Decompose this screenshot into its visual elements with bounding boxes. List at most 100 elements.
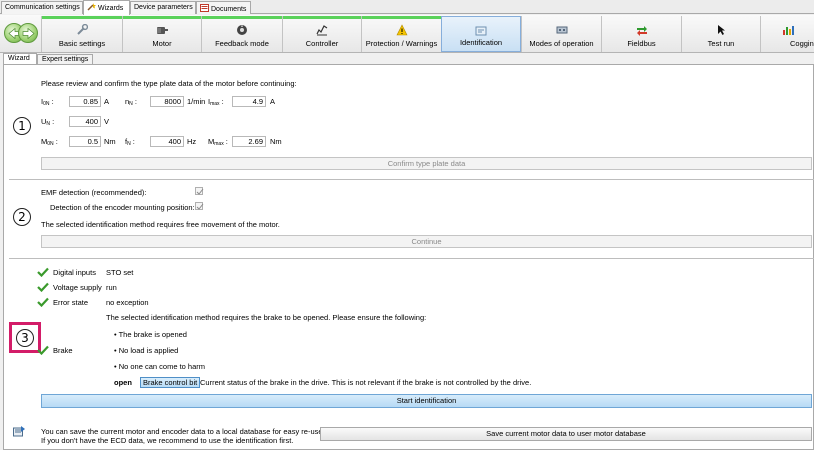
fieldbus-icon <box>636 24 648 36</box>
ribbon-label: Modes of operation <box>529 39 594 48</box>
nn-field[interactable]: 8000 <box>150 96 184 107</box>
check-icon <box>196 188 204 195</box>
ribbon-label: Basic settings <box>58 39 106 48</box>
step-1-indicator: 1 <box>13 117 31 135</box>
top-tab-bar: Communication settings Wizards Device pa… <box>0 0 814 15</box>
mmax-unit: Nm <box>270 137 282 146</box>
check-icon <box>37 282 49 293</box>
navigation-arrows <box>4 23 38 45</box>
tab-label: Device parameters <box>134 4 193 11</box>
check-icon <box>37 345 49 356</box>
cursor-icon <box>715 24 727 36</box>
save-motor-data-button[interactable]: Save current motor data to user motor da… <box>320 427 812 441</box>
tab-label: Documents <box>211 6 247 13</box>
ribbon-label: Fieldbus <box>627 39 656 48</box>
modes-icon <box>556 24 568 36</box>
ribbon-label: Test run <box>707 39 735 48</box>
tab-device-parameters[interactable]: Device parameters <box>130 1 196 14</box>
completed-bar <box>283 16 361 19</box>
ribbon-label: Protection / Warnings <box>365 39 438 48</box>
un-field[interactable]: 400 <box>69 116 101 127</box>
imax-field[interactable]: 4.9 <box>232 96 266 107</box>
tab-communication-settings[interactable]: Communication settings <box>1 1 83 14</box>
ribbon-cogging[interactable]: Cogging <box>760 16 814 52</box>
step-2-indicator: 2 <box>13 208 31 226</box>
mmax-field[interactable]: 2.69 <box>232 136 266 147</box>
forward-arrow-icon[interactable] <box>18 23 38 43</box>
tab-label: Wizard <box>8 55 30 62</box>
identification-icon <box>475 25 487 37</box>
ribbon-label: Cogging <box>790 39 814 48</box>
ribbon-feedback-mode[interactable]: Feedback mode <box>201 16 282 52</box>
status-label-voltage-supply: Voltage supply <box>53 283 102 292</box>
continue-button[interactable]: Continue <box>41 235 812 248</box>
check-icon <box>196 203 204 210</box>
un-label: UN : <box>41 117 55 127</box>
motor-icon <box>156 24 168 36</box>
ribbon-motor[interactable]: Motor <box>122 16 201 52</box>
emf-detection-label: EMF detection (recommended): <box>41 188 147 197</box>
documents-icon <box>200 4 209 12</box>
m0n-field[interactable]: 0.5 <box>69 136 101 147</box>
footer-ecd-hint: If you don't have the ECD data, we recom… <box>41 436 294 445</box>
encoder-position-label: Detection of the encoder mounting positi… <box>50 203 195 212</box>
encoder-position-checkbox[interactable] <box>195 202 204 210</box>
nn-unit: 1/min <box>187 97 206 106</box>
ribbon-test-run[interactable]: Test run <box>681 16 760 52</box>
type-plate-intro: Please review and confirm the type plate… <box>41 79 297 88</box>
ribbon-label: Feedback mode <box>215 39 269 48</box>
fn-label: fN : <box>125 137 135 147</box>
brake-bullet: • No load is applied <box>114 346 179 355</box>
wrench-icon <box>76 23 89 36</box>
brake-state-value: open <box>114 378 132 387</box>
start-identification-button[interactable]: Start identification <box>41 394 812 408</box>
confirm-type-plate-button[interactable]: Confirm type plate data <box>41 157 812 170</box>
ribbon-basic-settings[interactable]: Basic settings <box>41 16 122 52</box>
mmax-label: Mmax : <box>208 137 228 147</box>
section-divider <box>9 179 814 180</box>
ribbon-label: Motor <box>152 39 172 48</box>
ribbon-fieldbus[interactable]: Fieldbus <box>601 16 681 52</box>
check-icon <box>37 297 49 308</box>
completed-bar <box>362 16 441 19</box>
m0n-label: M0N : <box>41 137 58 147</box>
brake-status-note: Current status of the brake in the drive… <box>200 378 532 387</box>
free-movement-note: The selected identification method requi… <box>41 220 280 229</box>
ribbon-protection-warnings[interactable]: Protection / Warnings <box>361 16 441 52</box>
ribbon-controller[interactable]: Controller <box>282 16 361 52</box>
status-label-error-state: Error state <box>53 298 89 307</box>
status-value-voltage-supply: run <box>106 283 117 292</box>
un-unit: V <box>104 117 110 126</box>
completed-bar <box>202 16 282 19</box>
footer-save-hint: You can save the current motor and encod… <box>41 427 325 436</box>
controller-icon <box>316 24 328 36</box>
ribbon-modes-of-operation[interactable]: Modes of operation <box>521 16 601 52</box>
brake-bullet: • No one can come to harm <box>114 362 206 371</box>
ribbon-label: Controller <box>305 39 339 48</box>
i0n-label: I0N : <box>41 97 54 107</box>
wizard-ribbon: Basic settings Motor Feedback mode Contr… <box>0 15 814 53</box>
brake-intro: The selected identification method requi… <box>106 313 427 322</box>
i0n-field[interactable]: 0.85 <box>69 96 101 107</box>
brake-control-bit-button[interactable]: Brake control bit <box>140 377 201 388</box>
warning-icon <box>396 24 408 36</box>
m0n-unit: Nm <box>104 137 116 146</box>
emf-detection-checkbox[interactable] <box>195 187 204 195</box>
i0n-unit: A <box>104 97 110 106</box>
cogging-icon <box>782 24 794 36</box>
section-divider <box>9 258 814 259</box>
wizard-panel: 1 Please review and confirm the type pla… <box>3 64 814 450</box>
status-value-error-state: no exception <box>106 298 149 307</box>
brake-bullet: • The brake is opened <box>114 330 187 339</box>
imax-unit: A <box>270 97 276 106</box>
imax-label: Imax : <box>208 97 224 107</box>
brake-label: Brake <box>53 346 73 355</box>
completed-bar <box>123 16 201 19</box>
encoder-icon <box>236 24 248 36</box>
status-value-digital-inputs: STO set <box>106 268 134 277</box>
tab-documents[interactable]: Documents <box>196 1 251 14</box>
tab-wizards[interactable]: Wizards <box>83 0 130 15</box>
status-label-digital-inputs: Digital inputs <box>53 268 96 277</box>
fn-field[interactable]: 400 <box>150 136 184 147</box>
ribbon-identification[interactable]: Identification <box>441 16 521 52</box>
